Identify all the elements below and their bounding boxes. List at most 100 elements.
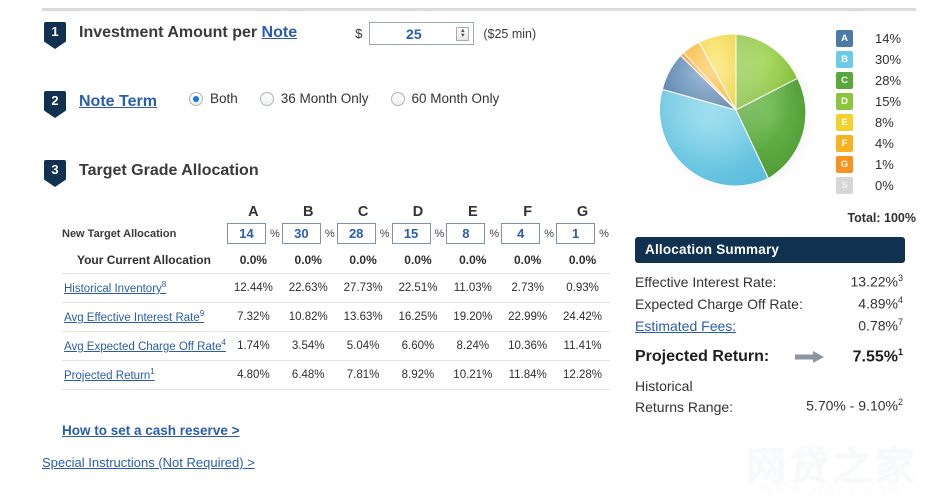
note-term-link[interactable]: Note Term [79, 91, 157, 113]
legend-pct-s: 0% [875, 178, 894, 193]
row-label-avg-expected-charge-off-rate[interactable]: Avg Expected Charge Off Rate4 [62, 330, 226, 360]
legend-total: Total: 100% [847, 211, 916, 225]
legend-swatch-f: F [836, 135, 853, 152]
radio-60-month-label: 60 Month Only [411, 91, 500, 106]
row-label-historical-inventory-text: Historical Inventory [64, 282, 162, 295]
summary-value-expected-charge-off-rate: 4.89%4 [858, 295, 905, 312]
target-input-e[interactable]: 8 [446, 223, 486, 244]
legend-swatch-c: C [836, 72, 853, 89]
legend-swatch-a: A [836, 30, 853, 47]
summary-label-expected-charge-off-rate: Expected Charge Off Rate: [635, 295, 803, 312]
top-divider [42, 8, 916, 11]
footnote-effective-interest-rate: 3 [897, 273, 903, 283]
target-input-c[interactable]: 28 [336, 223, 376, 244]
footnote-expected-charge-off-rate: 4 [897, 295, 903, 305]
legend-item-s: S 0% [836, 175, 916, 196]
percent-sign-c: % [379, 227, 390, 240]
estimated-fees-link[interactable]: Estimated Fees: [635, 318, 736, 334]
allocation-summary-panel: Allocation Summary Effective Interest Ra… [635, 237, 905, 415]
summary-row-historical-returns-range: Historical Returns Range: 5.70% - 9.10%2 [635, 376, 905, 415]
step-3-title: Target Grade Allocation [79, 162, 259, 179]
summary-value-historical-returns-range-text: 5.70% - 9.10% [806, 397, 898, 414]
allocation-pie-chart [653, 28, 821, 196]
radio-both-icon[interactable] [188, 91, 203, 106]
target-input-g[interactable]: 1 [556, 223, 596, 244]
note-term-radio-group: Both 36 Month Only 60 Month Only [188, 91, 521, 106]
cell-target-d: 15 % [391, 220, 446, 247]
projected-return-b: 6.48% [280, 359, 336, 390]
step-1-title-text: Investment Amount per [79, 24, 262, 41]
cell-target-g: 1 % [555, 220, 610, 247]
legend-item-f: F 4% [836, 133, 916, 154]
summary-value-projected-return: 7.55%1 [853, 347, 905, 366]
footnote-historical-returns-range: 2 [897, 397, 903, 407]
summary-value-projected-return-text: 7.55% [852, 348, 898, 366]
target-input-a[interactable]: 14 [226, 223, 266, 244]
legend-pct-c: 28% [875, 73, 902, 88]
legend-swatch-g: G [836, 156, 853, 173]
table-row-new-target-allocation: New Target Allocation 14 % 30 % 28 % 15 … [62, 220, 610, 247]
row-label-projected-return[interactable]: Projected Return1 [62, 359, 226, 390]
projected-return-f: 11.84% [500, 359, 556, 390]
avg-eir-f: 22.99% [500, 301, 556, 331]
radio-option-60-month[interactable]: 60 Month Only [390, 91, 500, 106]
row-label-avg-expected-charge-off-rate-text: Avg Expected Charge Off Rate [64, 340, 222, 353]
avg-eir-a: 7.32% [225, 301, 281, 331]
target-input-b[interactable]: 30 [281, 223, 321, 244]
percent-sign-a: % [269, 227, 280, 240]
legend-pct-b: 30% [875, 52, 902, 67]
footnote-avg-effective-interest-rate: 9 [199, 309, 205, 319]
summary-value-effective-interest-rate: 13.22%3 [851, 273, 906, 290]
spinner-icon[interactable]: ▲ ▼ [456, 27, 470, 41]
legend-pct-d: 15% [875, 94, 902, 109]
avg-eir-c: 13.63% [335, 301, 391, 331]
radio-60-month-icon[interactable] [390, 91, 405, 106]
summary-row-expected-charge-off-rate: Expected Charge Off Rate: 4.89%4 [635, 295, 905, 317]
investment-amount-input[interactable]: 25 ▲ ▼ [369, 22, 475, 45]
historical-inventory-g: 0.93% [555, 272, 610, 302]
header-grade-f: F [523, 204, 533, 220]
cell-target-b: 30 % [281, 220, 336, 247]
radio-option-36-month[interactable]: 36 Month Only [259, 91, 369, 106]
avg-charge-off-f: 10.36% [500, 330, 556, 360]
historical-inventory-c: 27.73% [335, 272, 391, 302]
header-grade-g: G [576, 204, 589, 220]
summary-row-estimated-fees: Estimated Fees: 0.78%7 [635, 317, 905, 339]
cash-reserve-link[interactable]: How to set a cash reserve > [62, 423, 239, 438]
legend-swatch-d: D [836, 93, 853, 110]
footnote-estimated-fees: 7 [897, 317, 903, 327]
cell-target-e: 8 % [445, 220, 500, 247]
table-row-avg-effective-interest-rate: Avg Effective Interest Rate9 7.32% 10.82… [62, 301, 610, 331]
investment-allocation-page: 1 Investment Amount per Note $ 25 ▲ ▼ ($… [0, 0, 952, 502]
radio-36-month-icon[interactable] [259, 91, 274, 106]
row-label-projected-return-text: Projected Return [64, 369, 151, 382]
pie-legend: A 14% B 30% C 28% D 15% E 8% F 4% G 1% S [836, 28, 916, 196]
summary-value-expected-charge-off-rate-text: 4.89% [858, 295, 898, 312]
radio-option-both[interactable]: Both [188, 91, 238, 106]
summary-value-estimated-fees: 0.78%7 [858, 317, 905, 334]
target-input-f[interactable]: 4 [501, 223, 541, 244]
target-input-d[interactable]: 15 [391, 223, 431, 244]
legend-item-d: D 15% [836, 91, 916, 112]
investment-amount-group: $ 25 ▲ ▼ ($25 min) [355, 22, 536, 45]
current-alloc-a: 0.0% [239, 252, 268, 267]
summary-row-effective-interest-rate: Effective Interest Rate: 13.22%3 [635, 273, 905, 295]
note-link[interactable]: Note [262, 24, 298, 41]
step-3-badge: 3 [44, 160, 66, 187]
watermark: 网贷之家 WWW.WDZJ.COM [746, 446, 918, 497]
header-grade-a: A [248, 204, 259, 220]
avg-charge-off-d: 6.60% [390, 330, 446, 360]
radio-36-month-label: 36 Month Only [280, 91, 369, 106]
step-1-row: 1 Investment Amount per Note $ 25 ▲ ▼ ($… [0, 22, 630, 49]
historical-inventory-f: 2.73% [500, 272, 556, 302]
summary-label-projected-return: Projected Return: [635, 348, 770, 365]
row-label-historical-inventory[interactable]: Historical Inventory8 [62, 272, 226, 302]
avg-charge-off-c: 5.04% [335, 330, 391, 360]
header-grade-c: C [357, 204, 369, 220]
projected-return-c: 7.81% [335, 359, 391, 390]
spinner-down-glyph: ▼ [459, 33, 466, 39]
current-alloc-g: 0.0% [568, 252, 597, 267]
row-label-avg-effective-interest-rate[interactable]: Avg Effective Interest Rate9 [62, 301, 226, 331]
row-label-new-target-allocation: New Target Allocation [62, 227, 177, 240]
special-instructions-link[interactable]: Special Instructions (Not Required) > [42, 455, 255, 470]
